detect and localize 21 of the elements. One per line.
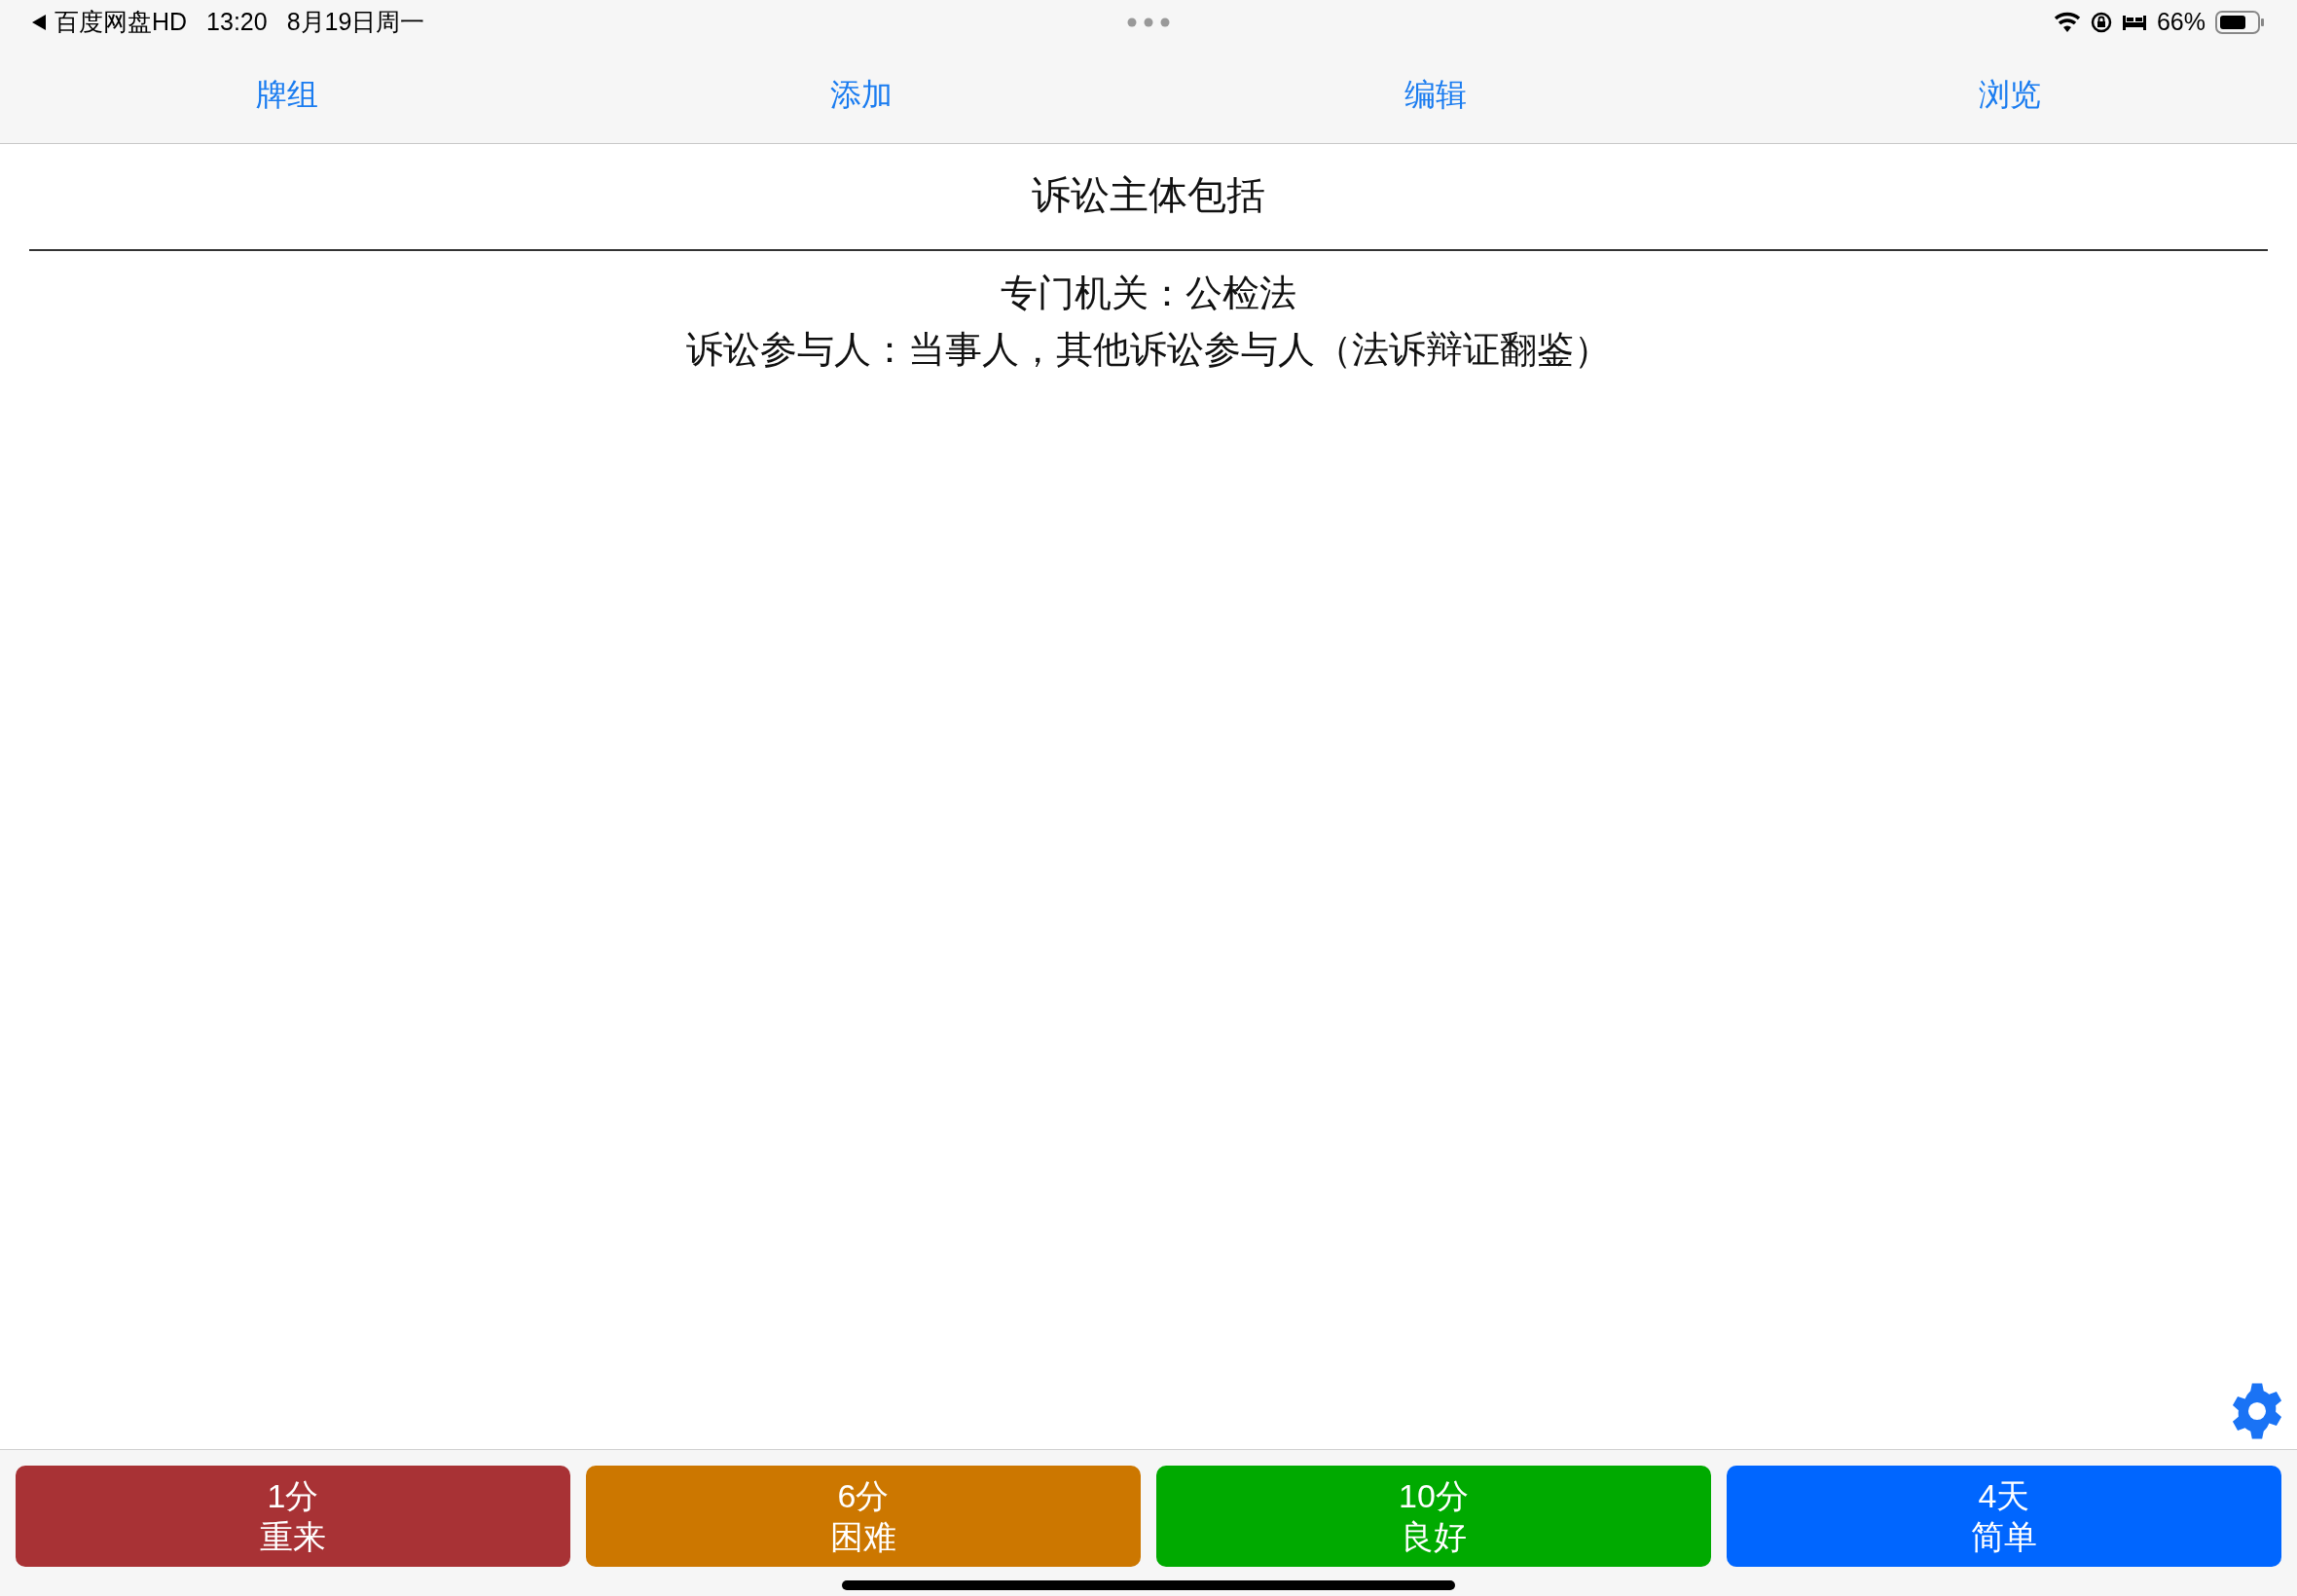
card-answer-line: 专门机关：公检法 bbox=[1001, 272, 1296, 315]
answer-button[interactable]: 1分 重来 bbox=[16, 1466, 570, 1567]
battery-percentage: 66% bbox=[2156, 7, 2206, 38]
back-app-link[interactable]: 百度网盘HD bbox=[55, 4, 188, 41]
answer-button[interactable]: 6分 困难 bbox=[586, 1466, 1141, 1567]
bed-icon bbox=[2121, 14, 2147, 31]
multitasking-dots-icon[interactable] bbox=[1127, 18, 1170, 27]
nav-tab[interactable]: 浏览 bbox=[1971, 70, 2049, 118]
status-date: 8月19日周一 bbox=[286, 7, 425, 38]
rotation-lock-icon bbox=[2090, 12, 2112, 33]
nav-tab[interactable]: 牌组 bbox=[248, 70, 326, 118]
card-answer-line: 诉讼参与人：当事人，其他诉讼参与人（法诉辩证翻鉴） bbox=[686, 328, 1611, 372]
answer-button[interactable]: 4天 简单 bbox=[1727, 1466, 2281, 1567]
answer-button[interactable]: 10分 良好 bbox=[1156, 1466, 1711, 1567]
status-time: 13:20 bbox=[206, 7, 268, 38]
nav-tab[interactable]: 编辑 bbox=[1397, 70, 1475, 118]
wifi-icon bbox=[2053, 12, 2081, 33]
nav-tab[interactable]: 添加 bbox=[822, 70, 900, 118]
back-arrow-icon[interactable] bbox=[31, 14, 47, 31]
battery-icon bbox=[2215, 11, 2266, 34]
card-question: 诉讼主体包括 bbox=[1031, 172, 1266, 218]
